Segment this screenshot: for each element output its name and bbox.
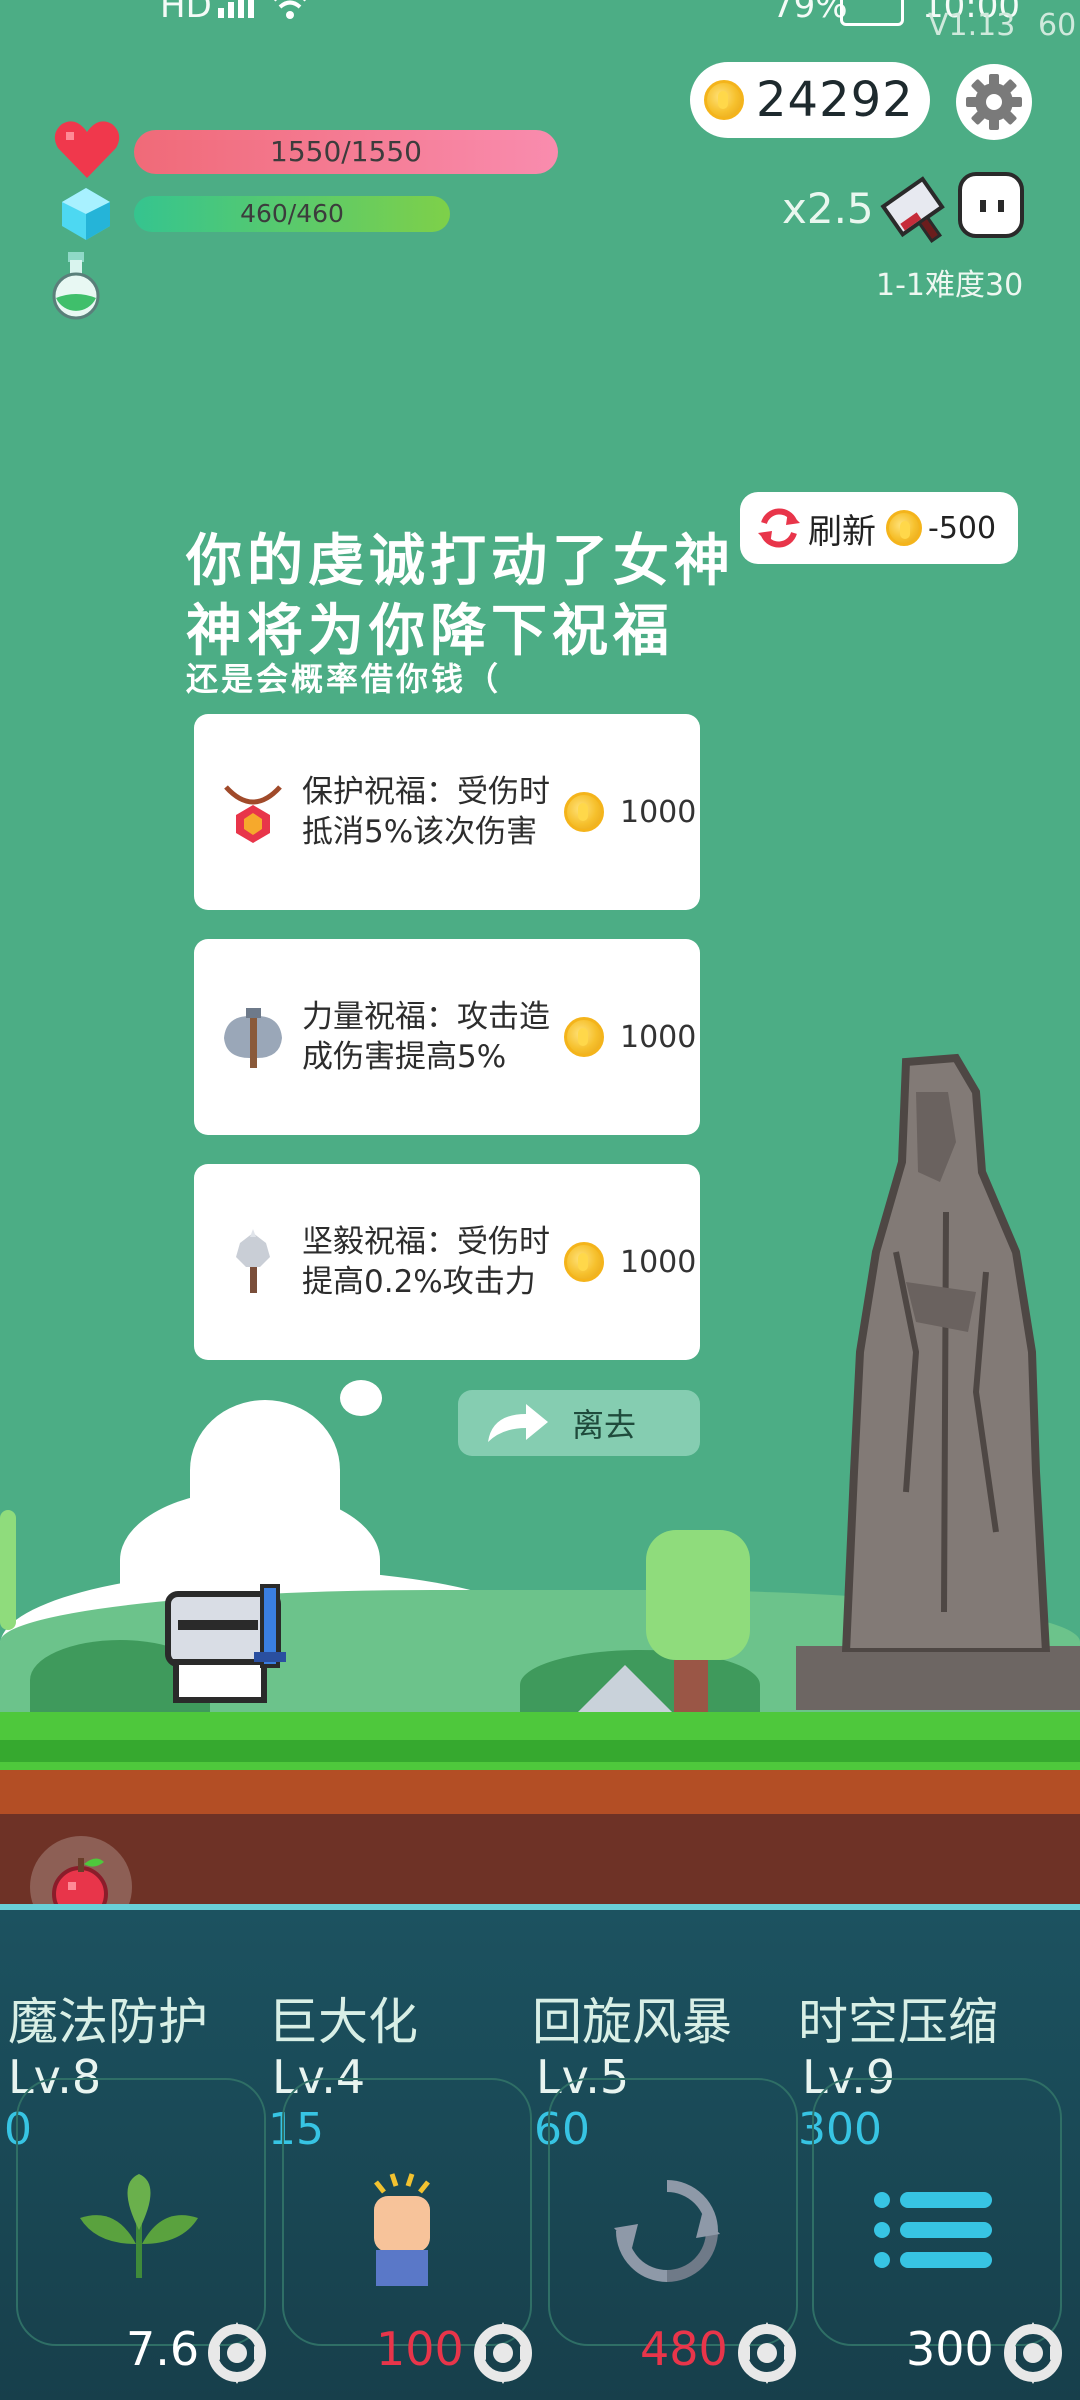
refresh-icon — [758, 508, 800, 548]
hp-bar: 1550/1550 — [134, 130, 558, 174]
coin-counter: 24292 — [690, 62, 930, 138]
whirlwind-icon — [612, 2176, 722, 2290]
gear-icon — [966, 74, 1022, 130]
battery-icon — [840, 0, 904, 26]
refresh-cost: -500 — [928, 510, 997, 546]
blessing-desc-line1: 力量祝福：攻击造 — [302, 999, 550, 1035]
cooldown-icon — [204, 2320, 270, 2386]
amulet-icon — [224, 785, 282, 843]
cooldown-icon — [470, 2320, 536, 2386]
blessing-desc-line1: 坚毅祝福：受伤时 — [302, 1224, 550, 1260]
coin-amount: 24292 — [756, 72, 914, 128]
ground-dirt — [0, 1770, 1080, 1814]
fps-label: 60 — [1038, 8, 1077, 43]
blessing-desc-line2: 成伤害提高5% — [302, 1039, 507, 1075]
blessing-desc-line1: 保护祝福：受伤时 — [302, 774, 550, 810]
blessing-price: 1000 — [620, 1244, 697, 1280]
cooldown-icon — [734, 2320, 800, 2386]
fist-icon — [362, 2170, 442, 2294]
blessing-price: 1000 — [620, 794, 697, 830]
mana-crystal-icon — [58, 186, 114, 246]
leaf-icon — [76, 2174, 202, 2288]
knight-player — [158, 1580, 298, 1714]
potion-icon[interactable] — [50, 250, 102, 324]
mace-icon — [236, 1229, 270, 1293]
panel-divider — [0, 1904, 1080, 1910]
ghost-icon[interactable] — [958, 172, 1024, 238]
ground-grass-shade — [0, 1740, 1080, 1762]
blessing-desc-line2: 提高0.2%攻击力 — [302, 1264, 536, 1300]
goddess-statue[interactable] — [836, 1052, 1056, 1656]
blessing-price: 1000 — [620, 1019, 697, 1055]
leave-button[interactable]: 离去 — [458, 1390, 700, 1456]
dialog-title-line1: 你的虔诚打动了女神 — [186, 529, 735, 594]
blessing-card-protection[interactable]: 保护祝福：受伤时 抵消5%该次伤害 1000 — [194, 714, 700, 910]
battle-axe-icon — [224, 1008, 282, 1068]
speed-multiplier[interactable]: x2.5 — [782, 184, 874, 233]
refresh-button[interactable]: 刷新 -500 — [740, 492, 1018, 564]
cleaver-icon[interactable] — [876, 168, 956, 252]
skill-name: 时空压缩 — [798, 1993, 998, 2051]
leave-label: 离去 — [572, 1406, 637, 1444]
coin-icon — [886, 510, 922, 546]
version-label: V1.13 — [928, 8, 1016, 43]
heart-icon — [52, 118, 122, 186]
skill-cooldown: 100 — [376, 2322, 464, 2376]
blessing-desc-line2: 抵消5%该次伤害 — [302, 814, 538, 850]
list-icon — [870, 2186, 996, 2280]
skill-cooldown: 300 — [906, 2322, 994, 2376]
battery-percent: 79% — [772, 0, 848, 26]
blessing-card-strength[interactable]: 力量祝福：攻击造 成伤害提高5% 1000 — [194, 939, 700, 1135]
coin-icon — [564, 1242, 604, 1282]
coin-icon — [564, 1017, 604, 1057]
skill-name: 回旋风暴 — [532, 1993, 732, 2051]
coin-icon — [704, 80, 744, 120]
skill-cooldown: 480 — [640, 2322, 728, 2376]
mp-bar: 460/460 — [134, 196, 450, 232]
stage-difficulty: 1-1难度30 — [876, 268, 1024, 303]
skill-name: 巨大化 — [268, 1993, 418, 2051]
skill-name: 魔法防护 — [8, 1993, 208, 2051]
signal-icon — [216, 0, 260, 24]
coin-icon — [564, 792, 604, 832]
dialog-subtitle: 还是会概率借你钱（ — [186, 660, 502, 698]
refresh-label: 刷新 — [808, 511, 876, 552]
arrow-right-icon — [488, 1404, 548, 1442]
blessing-card-fortitude[interactable]: 坚毅祝福：受伤时 提高0.2%攻击力 1000 — [194, 1164, 700, 1360]
ground-dirt-deep — [0, 1814, 1080, 1904]
network-label: HD — [160, 0, 212, 26]
settings-button[interactable] — [956, 64, 1032, 140]
skill-cooldown: 7.6 — [126, 2322, 200, 2376]
cooldown-icon — [1000, 2320, 1066, 2386]
wifi-icon — [270, 0, 310, 24]
